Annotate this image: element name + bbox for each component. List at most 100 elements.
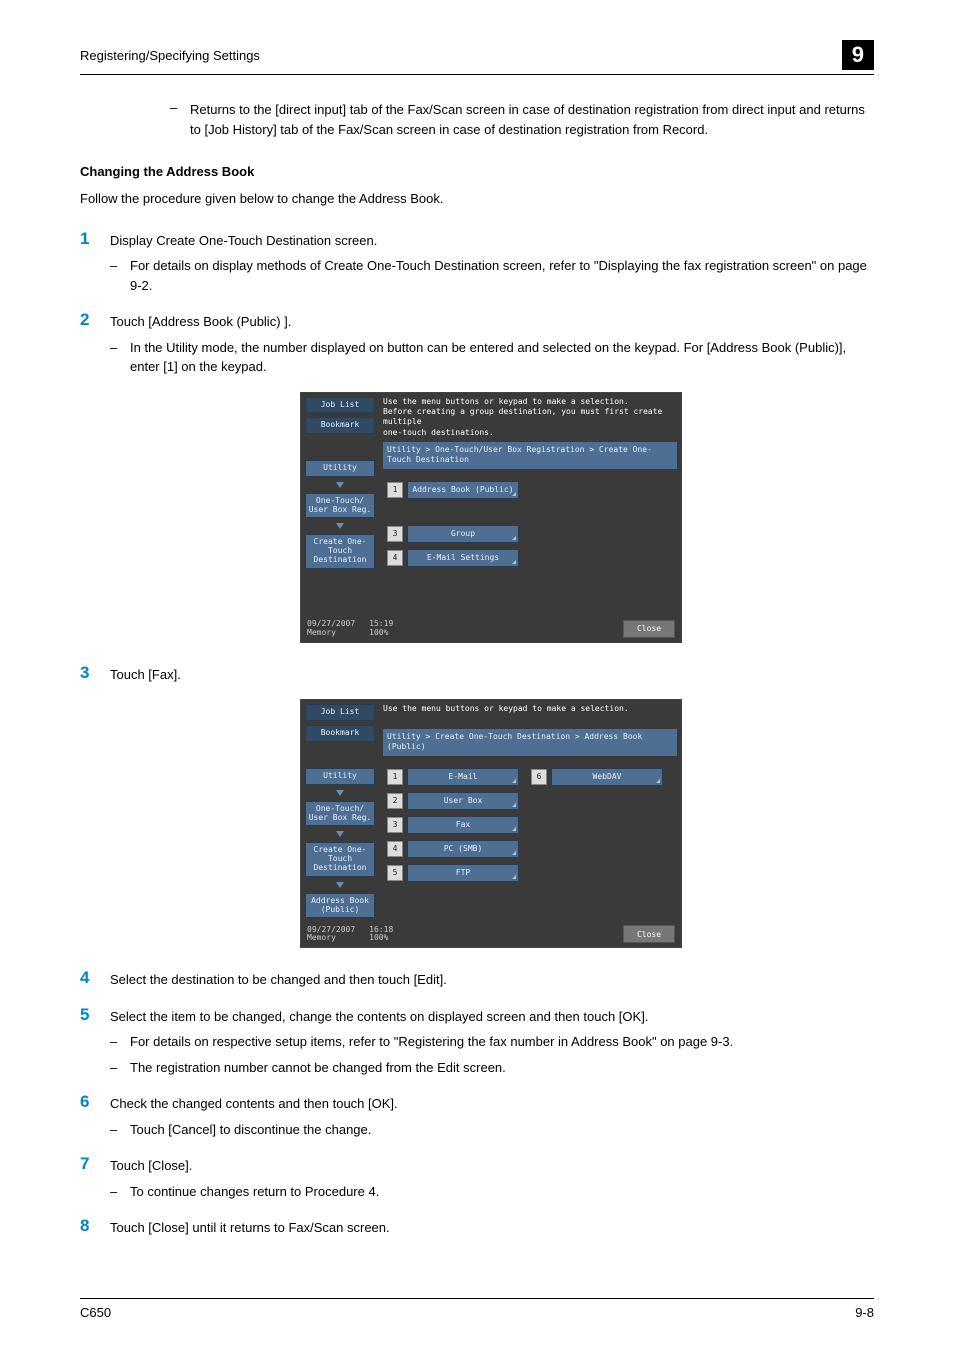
menu-button[interactable]: FTP [407, 864, 519, 882]
device-hint: Use the menu buttons or keypad to make a… [383, 397, 677, 439]
step-text: Select the item to be changed, change th… [110, 1007, 874, 1027]
arrow-down-icon [336, 523, 344, 529]
step-text: Select the destination to be changed and… [110, 970, 874, 990]
dash-icon: – [110, 256, 130, 295]
menu-button[interactable]: Fax [407, 816, 519, 834]
step-text: Touch [Fax]. [110, 665, 874, 685]
step-number: 3 [80, 663, 110, 685]
step-subtext: The registration number cannot be change… [130, 1058, 874, 1078]
footer-mem: 100% [369, 934, 393, 943]
dash-icon: – [110, 338, 130, 377]
menu-item-group[interactable]: 3 Group [387, 525, 519, 543]
sidebar-create-onetouch[interactable]: Create One-Touch Destination [305, 534, 375, 568]
menu-button[interactable]: User Box [407, 792, 519, 810]
menu-item-webdav[interactable]: 6 WebDAV [531, 768, 663, 786]
dash-icon: – [110, 1120, 130, 1140]
arrow-down-icon [336, 482, 344, 488]
menu-number: 4 [387, 841, 403, 857]
page-header: Registering/Specifying Settings 9 [80, 40, 874, 75]
breadcrumb: Utility > Create One-Touch Destination >… [383, 729, 677, 756]
menu-item-fax[interactable]: 3 Fax [387, 816, 519, 834]
menu-item-email-settings[interactable]: 4 E-Mail Settings [387, 549, 519, 567]
menu-item-pc-smb[interactable]: 4 PC (SMB) [387, 840, 519, 858]
menu-number: 3 [387, 526, 403, 542]
menu-button[interactable]: Group [407, 525, 519, 543]
menu-number: 4 [387, 550, 403, 566]
step-number: 4 [80, 968, 110, 990]
menu-button[interactable]: PC (SMB) [407, 840, 519, 858]
step-4: 4 Select the destination to be changed a… [80, 968, 874, 990]
menu-button[interactable]: E-Mail [407, 768, 519, 786]
step-2: 2 Touch [Address Book (Public) ]. – In t… [80, 310, 874, 377]
dash-icon: – [110, 1182, 130, 1202]
menu-item-email[interactable]: 1 E-Mail [387, 768, 519, 786]
dash-icon: – [170, 100, 190, 139]
section-intro: Follow the procedure given below to chan… [80, 189, 874, 209]
menu-number: 3 [387, 817, 403, 833]
footer-right: 9-8 [855, 1305, 874, 1320]
sidebar-joblist[interactable]: Job List [305, 397, 375, 414]
sidebar-onetouch[interactable]: One-Touch/ User Box Reg. [305, 801, 375, 827]
touchscreen-1: Job List Bookmark Utility One-Touch/ Use… [300, 392, 682, 643]
sidebar-utility[interactable]: Utility [305, 460, 375, 477]
step-subtext: For details on respective setup items, r… [130, 1032, 874, 1052]
footer-mem: 100% [369, 629, 393, 638]
step-subtext: Touch [Cancel] to discontinue the change… [130, 1120, 874, 1140]
device-footer: 09/27/2007 Memory 15:19 100% Close [301, 617, 681, 642]
step-text: Check the changed contents and then touc… [110, 1094, 874, 1114]
sidebar-bookmark[interactable]: Bookmark [305, 417, 375, 434]
section-heading: Changing the Address Book [80, 164, 874, 179]
step-subtext: For details on display methods of Create… [130, 256, 874, 295]
menu-button[interactable]: Address Book (Public) [407, 481, 519, 499]
step-text: Display Create One-Touch Destination scr… [110, 231, 874, 251]
breadcrumb: Utility > One-Touch/User Box Registratio… [383, 442, 677, 469]
step-number: 5 [80, 1005, 110, 1078]
step-1: 1 Display Create One-Touch Destination s… [80, 229, 874, 296]
arrow-down-icon [336, 882, 344, 888]
step-3: 3 Touch [Fax]. [80, 663, 874, 685]
step-number: 6 [80, 1092, 110, 1139]
menu-number: 1 [387, 769, 403, 785]
footer-left: C650 [80, 1305, 111, 1320]
step-8: 8 Touch [Close] until it returns to Fax/… [80, 1216, 874, 1238]
device-footer: 09/27/2007 Memory 16:18 100% Close [301, 922, 681, 947]
close-button[interactable]: Close [623, 925, 675, 943]
arrow-down-icon [336, 790, 344, 796]
arrow-down-icon [336, 831, 344, 837]
dash-icon: – [110, 1032, 130, 1052]
step-text: Touch [Close] until it returns to Fax/Sc… [110, 1218, 874, 1238]
menu-button[interactable]: E-Mail Settings [407, 549, 519, 567]
menu-number: 6 [531, 769, 547, 785]
menu-number: 5 [387, 865, 403, 881]
page-footer: C650 9-8 [80, 1298, 874, 1320]
step-text: Touch [Address Book (Public) ]. [110, 312, 874, 332]
step-6: 6 Check the changed contents and then to… [80, 1092, 874, 1139]
device-sidebar: Job List Bookmark Utility One-Touch/ Use… [301, 393, 379, 617]
step-number: 1 [80, 229, 110, 296]
touchscreen-2: Job List Bookmark Utility One-Touch/ Use… [300, 699, 682, 948]
step-text: Touch [Close]. [110, 1156, 874, 1176]
menu-number: 2 [387, 793, 403, 809]
step-number: 8 [80, 1216, 110, 1238]
menu-item-userbox[interactable]: 2 User Box [387, 792, 519, 810]
header-title: Registering/Specifying Settings [80, 48, 260, 63]
sidebar-joblist[interactable]: Job List [305, 704, 375, 721]
menu-item-ftp[interactable]: 5 FTP [387, 864, 519, 882]
menu-number: 1 [387, 482, 403, 498]
step-7: 7 Touch [Close]. –To continue changes re… [80, 1154, 874, 1201]
close-button[interactable]: Close [623, 620, 675, 638]
chapter-badge: 9 [842, 40, 874, 70]
sidebar-utility[interactable]: Utility [305, 768, 375, 785]
sidebar-onetouch[interactable]: One-Touch/ User Box Reg. [305, 493, 375, 519]
step-number: 2 [80, 310, 110, 377]
step-number: 7 [80, 1154, 110, 1201]
sidebar-create-onetouch[interactable]: Create One-Touch Destination [305, 842, 375, 876]
menu-item-address-book[interactable]: 1 Address Book (Public) [387, 481, 519, 499]
sidebar-bookmark[interactable]: Bookmark [305, 725, 375, 742]
intro-text: Returns to the [direct input] tab of the… [190, 100, 874, 139]
step-subtext: To continue changes return to Procedure … [130, 1182, 874, 1202]
footer-mem-label: Memory [307, 934, 355, 943]
dash-icon: – [110, 1058, 130, 1078]
sidebar-address-book[interactable]: Address Book (Public) [305, 893, 375, 919]
menu-button[interactable]: WebDAV [551, 768, 663, 786]
